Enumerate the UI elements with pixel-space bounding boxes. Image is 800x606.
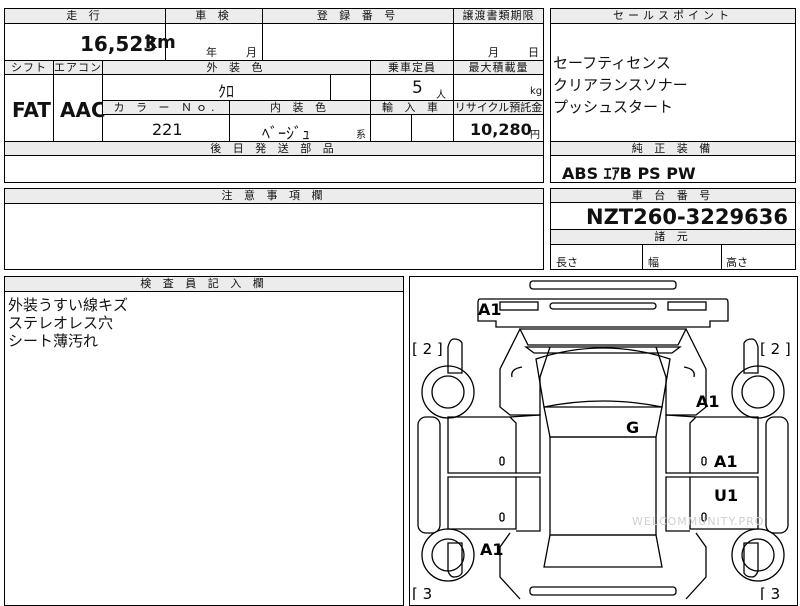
max-load-unit: kg: [530, 86, 543, 97]
standard-equipment-value: ABS ｴｱB PS PW: [562, 164, 696, 183]
inspector-notes-header: 検 査 員 記 入 欄: [5, 277, 403, 292]
damage-mark-hood: A1: [478, 300, 502, 319]
import-header: 輸 入 車: [371, 101, 453, 115]
exterior-color-header: 外 装 色: [103, 61, 370, 75]
chassis-header: 車 台 番 号: [551, 189, 795, 203]
panel-right-bottom-label: [ 3: [760, 585, 780, 600]
transfer-day-unit: 日: [528, 46, 539, 59]
shift-header: シフト: [5, 61, 53, 75]
sales-points-header: セールスポイント: [551, 9, 795, 24]
registration-header: 登 録 番 号: [263, 9, 453, 24]
dimension-length-label: 長さ: [556, 256, 578, 269]
aircon-value: AAC: [60, 98, 106, 122]
damage-mark-windshield: G: [626, 418, 639, 437]
car-diagram: [ 2 ] [ 2 ] [ 3 [ 3 A1 A1 A1 U1 A1 G WEL…: [412, 280, 791, 600]
damage-mark-left-rear: A1: [480, 540, 504, 559]
shift-value: FAT: [12, 98, 51, 122]
mileage-header: 走 行: [5, 9, 165, 24]
panel-right-top-label: [ 2 ]: [760, 340, 791, 358]
max-load-header: 最大積載量: [454, 61, 543, 75]
recycle-value: 10,280: [470, 120, 532, 139]
sales-point-1: セーフティセンス: [553, 54, 671, 72]
aircon-header: エアコン: [54, 61, 102, 75]
inspection-header: 車 検: [166, 9, 262, 24]
color-no-header: カ ラ ー Ｎｏ.: [103, 101, 229, 115]
interior-color-header: 内 装 色: [230, 101, 370, 115]
color-no-value: 221: [152, 120, 183, 139]
transfer-deadline-header: 譲渡書類期限: [454, 9, 543, 24]
damage-mark-right-rear-door: U1: [714, 486, 738, 505]
watermark: WELCOMMUNITY.PRO: [632, 515, 764, 528]
dimensions-header: 諸 元: [551, 230, 795, 245]
standard-equipment-header: 純 正 装 備: [551, 142, 795, 156]
panel-left-bottom-label: [ 3: [412, 585, 432, 600]
later-parts-header: 後 日 発 送 部 品: [5, 142, 543, 156]
cautions-header: 注 意 事 項 欄: [5, 189, 543, 204]
interior-color-suffix: 系: [356, 130, 366, 141]
mileage-unit: km: [145, 32, 176, 53]
sales-point-2: クリアランスソナー: [553, 76, 688, 94]
recycle-header: リサイクル預託金: [454, 101, 543, 115]
capacity-value: 5: [412, 78, 423, 98]
inspection-year-unit: 年: [206, 46, 217, 59]
recycle-unit: 円: [530, 130, 540, 141]
dimension-width-label: 幅: [648, 256, 659, 269]
transfer-month-unit: 月: [488, 46, 499, 59]
inspector-note-3: シート薄汚れ: [8, 332, 99, 350]
damage-mark-right-front-door: A1: [714, 452, 738, 471]
dimension-height-label: 高さ: [726, 256, 748, 269]
sales-point-3: プッシュスタート: [553, 98, 674, 116]
capacity-unit: 人: [436, 90, 446, 101]
exterior-color-value: ｸﾛ: [218, 82, 235, 101]
panel-left-top-label: [ 2 ]: [412, 340, 443, 358]
inspection-month-unit: 月: [246, 46, 257, 59]
damage-mark-right-fender: A1: [696, 392, 720, 411]
chassis-value: NZT260-3229636: [586, 205, 788, 229]
capacity-header: 乗車定員: [371, 61, 453, 75]
